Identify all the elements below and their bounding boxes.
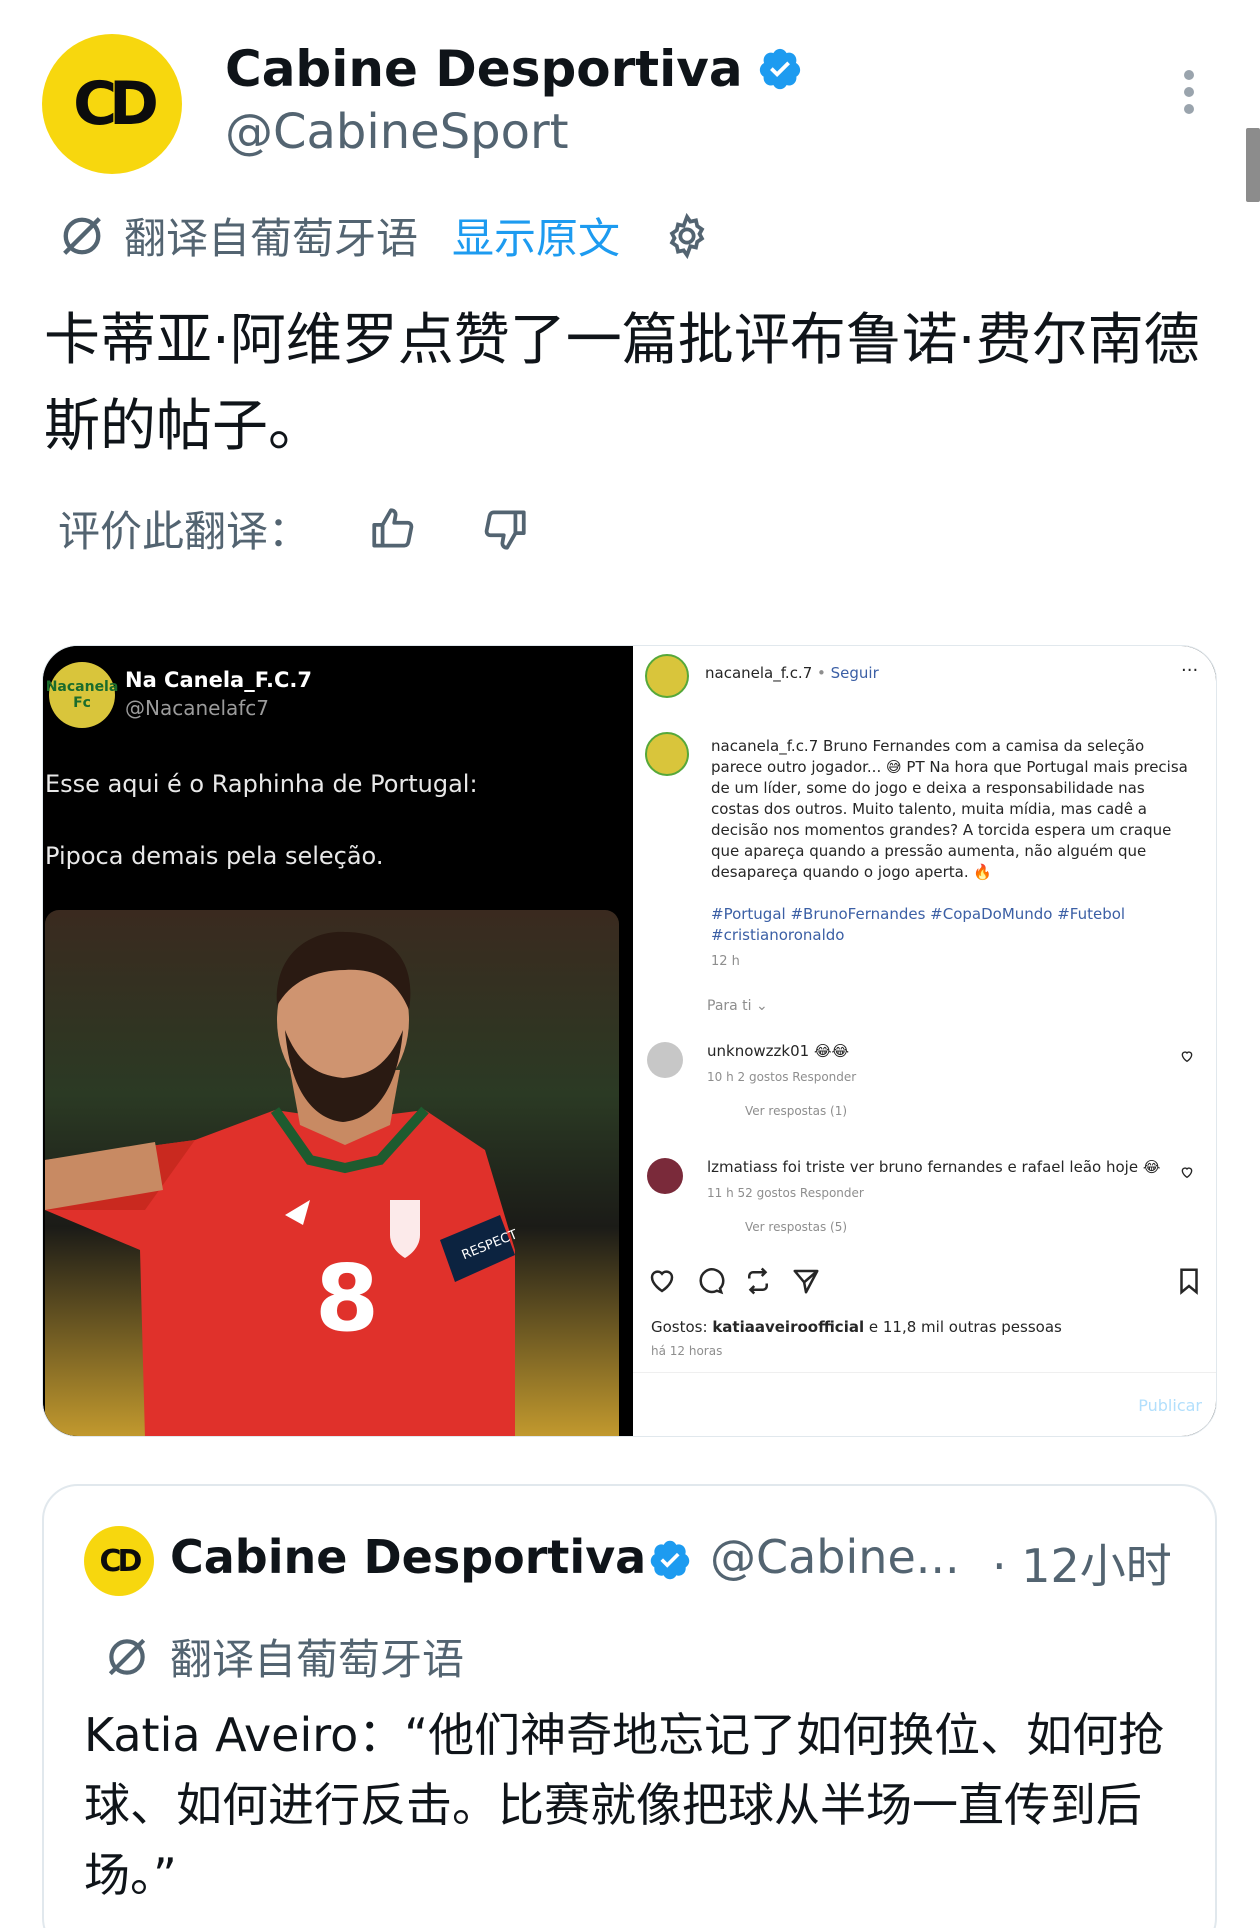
profile-avatar[interactable]: CD (42, 34, 182, 174)
display-name[interactable]: Cabine Desportiva (225, 40, 743, 98)
author-handle[interactable]: @CabineSport (225, 104, 569, 160)
ig-action-bar (647, 1266, 821, 1296)
ig-caption-user: nacanela_f.c.7 (711, 737, 819, 755)
share-icon (793, 1269, 819, 1294)
heart-icon (1181, 1051, 1193, 1063)
ig-likes-prefix: Gostos: (651, 1318, 708, 1336)
heart-icon (1181, 1167, 1193, 1179)
ig-post-time: 12 h (711, 954, 740, 969)
ig-comment-user: lzmatiass (707, 1158, 778, 1176)
comment-icon (699, 1268, 725, 1295)
repost-icon (748, 1267, 768, 1295)
player-illustration: RESPECT 8 (45, 931, 520, 1436)
translation-bar: 翻译自葡萄牙语 显示原文 (56, 205, 712, 266)
heart-icon (650, 1270, 674, 1293)
ig-username: nacanela_f.c.7 (705, 664, 813, 682)
verified-badge-icon (650, 1540, 690, 1580)
author-name-row: Cabine Desportiva (225, 40, 803, 98)
ig-comment-text: foi triste ver bruno fernandes e rafael … (782, 1158, 1161, 1176)
ig-publish-button: Publicar (1138, 1396, 1202, 1415)
ig-likes-suffix: e 11,8 mil outras pessoas (868, 1318, 1062, 1336)
more-vertical-icon[interactable] (1182, 70, 1196, 114)
ig-comment: lzmatiass foi triste ver bruno fernandes… (707, 1158, 1160, 1176)
ig-more-icon: ··· (1181, 660, 1199, 681)
avatar-logo-text: CD (73, 69, 159, 139)
rate-translation-label: 评价此翻译： (58, 507, 311, 556)
ig-comment-user: unknowzzk01 (707, 1042, 810, 1060)
scrollbar-thumb[interactable] (1246, 128, 1260, 202)
quoted-tweet-text: Katia Aveiro：“他们神奇地忘记了如何换位、如何抢球、如何进行反击。比… (84, 1708, 1165, 1902)
ig-comment: unknowzzk01 😂😂 (707, 1042, 849, 1060)
ig-comment-meta: 11 h 52 gostos Responder (707, 1186, 864, 1200)
verified-badge-icon (759, 48, 800, 90)
embedded-instagram-screenshot: nacanela_f.c.7 • Seguir ··· nacanela_f.c… (633, 646, 1216, 1436)
gear-icon[interactable] (662, 211, 712, 261)
ig-comment-meta: 10 h 2 gostos Responder (707, 1070, 857, 1084)
player-photo: RESPECT 8 (45, 910, 619, 1436)
ig-comment-avatar (647, 1042, 683, 1078)
show-original-link[interactable]: 显示原文 (452, 205, 620, 266)
quoted-handle: @Cabine... (710, 1530, 960, 1584)
ig-follow: Seguir (830, 664, 879, 682)
tweet-text: 卡蒂亚·阿维罗点赞了一篇批评布鲁诺·费尔南德斯的帖子。 (44, 308, 1200, 459)
translated-from-label: 翻译自葡萄牙语 (124, 214, 419, 263)
quoted-timestamp: · 12小时 (992, 1539, 1172, 1593)
embedded-text-line-2: Pipoca demais pela seleção. (45, 842, 384, 870)
quoted-display-name: Cabine Desportiva (170, 1530, 647, 1584)
ig-caption: nacanela_f.c.7 Bruno Fernandes com a cam… (711, 736, 1191, 883)
ig-comment-text: 😂😂 (813, 1042, 850, 1060)
embedded-display-name: Na Canela_F.C.7 (125, 668, 312, 692)
ig-for-you: Para ti ⌄ (707, 998, 768, 1014)
ig-comment-avatar (647, 1158, 683, 1194)
quoted-translated-from: 翻译自葡萄牙语 (170, 1635, 465, 1684)
quoted-tweet[interactable]: CD Cabine Desportiva @Cabine... · 12小时 翻… (42, 1484, 1217, 1928)
shirt-number: 8 (315, 1245, 379, 1352)
ig-likes-user: katiaaveiroofficial (712, 1318, 865, 1336)
embedded-avatar: Nacanela Fc (46, 662, 118, 728)
rate-translation-row: 评价此翻译： (58, 498, 530, 559)
bookmark-icon (1180, 1268, 1198, 1295)
translate-icon (63, 216, 101, 255)
ig-caption-text: Bruno Fernandes com a camisa da seleção … (711, 737, 1188, 881)
tweet-media[interactable]: Nacanela Fc Na Canela_F.C.7 @Nacanelafc7… (42, 645, 1217, 1437)
quoted-avatar-text: CD (99, 1543, 143, 1579)
thumbs-up-icon[interactable] (368, 504, 418, 554)
ig-view-replies: Ver respostas (5) (745, 1220, 848, 1234)
ig-avatar (645, 654, 689, 698)
embedded-text-line-1: Esse aqui é o Raphinha de Portugal: (45, 770, 478, 798)
ig-likes: Gostos: katiaaveiroofficial e 11,8 mil o… (651, 1318, 1062, 1336)
ig-view-replies: Ver respostas (1) (745, 1104, 848, 1118)
thumbs-down-icon[interactable] (480, 504, 530, 554)
ig-header: nacanela_f.c.7 • Seguir (705, 664, 879, 682)
ig-hashtags: #Portugal #BrunoFernandes #CopaDoMundo #… (711, 905, 1126, 944)
ig-caption-avatar (645, 732, 689, 776)
translate-icon (108, 1638, 146, 1675)
quoted-translation-label: 翻译自葡萄牙语 (102, 1626, 464, 1687)
embedded-handle: @Nacanelafc7 (125, 696, 270, 720)
quoted-avatar[interactable]: CD (84, 1526, 154, 1596)
ig-divider (633, 1372, 1216, 1373)
ig-posted-ago: há 12 horas (651, 1344, 723, 1358)
embedded-tweet-screenshot: Nacanela Fc Na Canela_F.C.7 @Nacanelafc7… (43, 646, 633, 1436)
